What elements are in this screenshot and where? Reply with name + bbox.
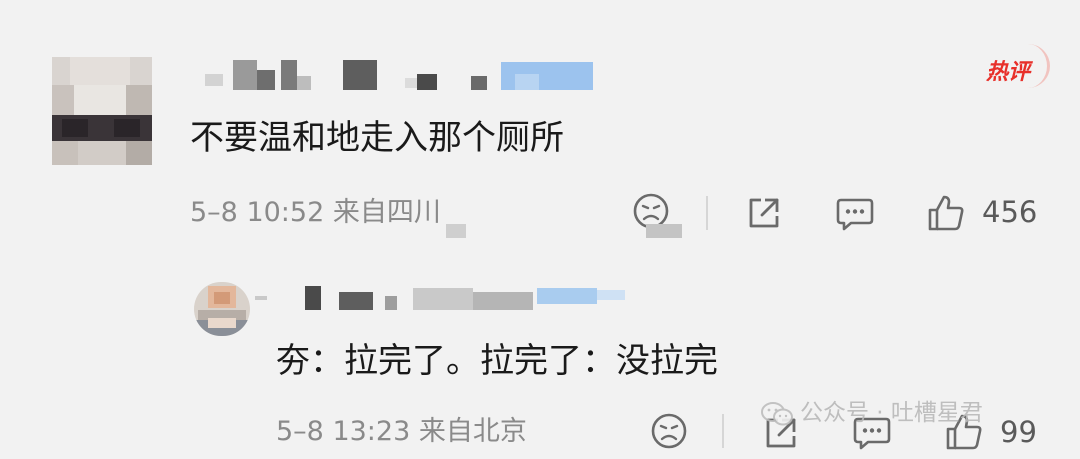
reply-avatar[interactable] [194, 282, 250, 336]
comment-text: 不要温和地走入那个厕所 [190, 118, 564, 158]
reply-username-blurred[interactable] [255, 286, 635, 314]
divider [722, 414, 724, 448]
watermark-text: 公众号 · 吐槽星君 [800, 400, 983, 426]
comment-meta: 5–8 10:52 来自四川 [190, 197, 441, 228]
divider [706, 196, 708, 230]
meta-pixel-blur [446, 224, 466, 238]
thumbs-up-icon[interactable] [926, 193, 966, 233]
reply-like-count: 99 [1000, 415, 1037, 449]
hot-comment-badge: 热评 [976, 44, 1050, 88]
wechat-icon [760, 401, 794, 427]
share-icon[interactable] [745, 194, 783, 232]
reply-text: 夯：拉完了。拉完了：没拉完 [276, 341, 718, 381]
icon-pixel-blur [646, 224, 682, 238]
like-count: 456 [982, 195, 1038, 229]
watermark: 公众号 · 吐槽星君 [760, 398, 983, 428]
username-blurred[interactable] [205, 60, 595, 92]
sad-face-icon[interactable] [650, 412, 688, 450]
comment-icon[interactable] [835, 195, 875, 233]
avatar[interactable] [52, 57, 152, 165]
reply-meta: 5–8 13:23 来自北京 [276, 416, 527, 447]
